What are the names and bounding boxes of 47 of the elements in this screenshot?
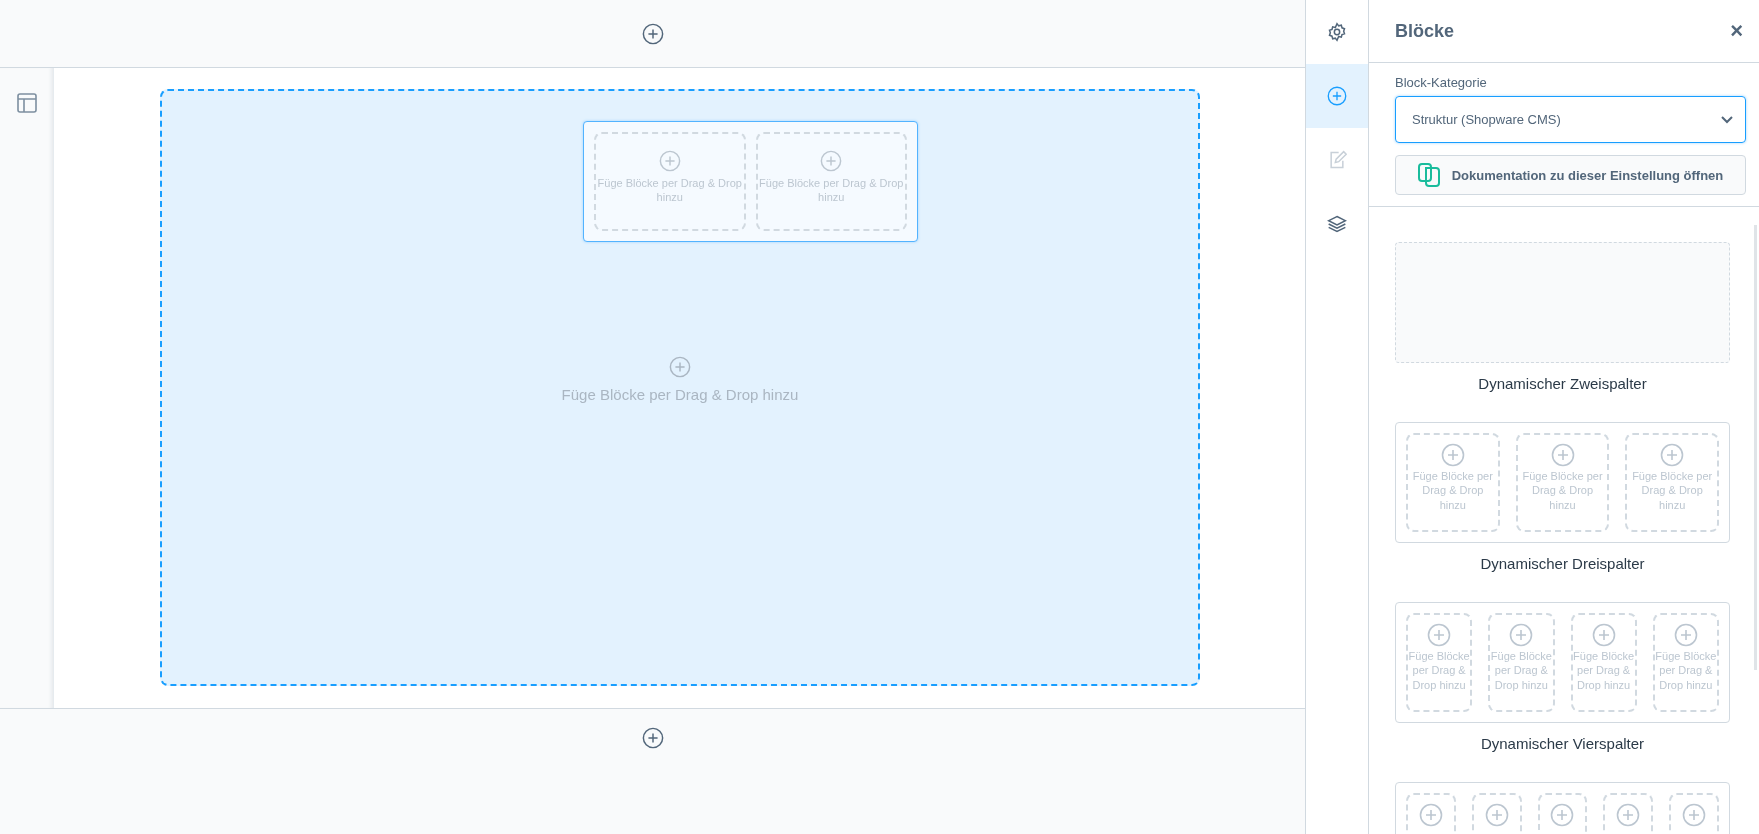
documentation-button[interactable]: Dokumentation zu dieser Einstellung öffnen xyxy=(1395,155,1746,195)
add-icon xyxy=(1591,623,1616,647)
add-icon xyxy=(1509,623,1534,647)
block-label: Dynamischer Dreispalter xyxy=(1480,555,1645,572)
block-label: Dynamischer Vierspalter xyxy=(1480,735,1645,752)
close-button[interactable]: × xyxy=(1730,18,1743,44)
add-icon xyxy=(669,356,691,378)
add-icon xyxy=(1484,803,1509,827)
add-icon xyxy=(658,150,681,172)
block-preview[interactable] xyxy=(1395,242,1730,363)
drop-zone[interactable]: Füge Blöcke per Drag & Drop hinzu xyxy=(1625,433,1719,532)
drop-zone[interactable]: Füge Blöcke per Drag & Drop hinzu xyxy=(1406,613,1473,712)
drop-zone[interactable]: Füge Blöcke per Drag & Drop hinzu xyxy=(1488,613,1555,712)
drop-hint: Füge Blöcke per Drag & Drop hinzu xyxy=(1521,469,1604,512)
add-icon xyxy=(1616,803,1641,827)
drop-zone[interactable]: Füge Blöcke per Drag & Drop hinzu xyxy=(1406,433,1500,532)
add-icon xyxy=(1682,803,1707,827)
drop-hint: Füge Blöcke per Drag & Drop hinzu xyxy=(1631,469,1714,512)
add-section-button[interactable] xyxy=(641,727,664,749)
category-select[interactable]: Struktur (Shopware CMS) xyxy=(1395,96,1746,143)
field-label: Block-Kategorie xyxy=(1395,75,1488,90)
drop-zone[interactable]: Füge Blöcke per Drag & Drop hinzu xyxy=(1652,613,1719,712)
drop-hint: Füge Blöcke per Drag & Drop hinzu xyxy=(1411,469,1494,512)
drop-hint: Füge Blöcke per Drag & Drop hinzu xyxy=(1572,649,1635,692)
sidebar-tab[interactable] xyxy=(1306,64,1368,128)
add-icon xyxy=(1550,443,1575,467)
block-preview[interactable]: Füge Blöcke per Drag & Drop hinzu Füge Blöcke per Drag & Drop hinzu Füge Blöcke per Drag & Drop hinzu Füge Blöcke per Drag & Drop hinzu xyxy=(1395,602,1730,723)
chevron-down-icon xyxy=(1721,115,1733,124)
block-preview[interactable]: Füge Blöcke per Drag & Drop hinzu Füge Blöcke per Drag & Drop hinzu Füge Blöcke per Drag & Drop hinzu xyxy=(1395,422,1730,543)
add-section-button[interactable] xyxy=(641,22,664,45)
drop-hint: Füge Blöcke per Drag & Drop hinzu xyxy=(1490,649,1553,692)
add-icon xyxy=(820,150,843,172)
layout-icon[interactable] xyxy=(16,93,37,113)
add-icon xyxy=(1660,443,1685,467)
drop-zone[interactable]: Füge Blöcke per Drag & Drop hinzu xyxy=(1570,613,1637,712)
drop-hint: Füge Blöcke per Drag & Drop hinzu xyxy=(1408,649,1471,692)
drop-zone[interactable]: Füge Blöcke per Drag & Drop hinzu xyxy=(1515,433,1610,532)
add-icon xyxy=(1550,803,1575,827)
drop-hint: Füge Blöcke per Drag & Drop hinzu xyxy=(1654,649,1717,692)
copy-icon xyxy=(1417,163,1440,187)
add-icon xyxy=(1440,443,1465,467)
add-icon xyxy=(1418,803,1443,827)
block-label: Dynamischer Zweispalter xyxy=(1478,375,1647,392)
drop-hint: Füge Blöcke per Drag & Drop hinzu xyxy=(561,386,799,403)
add-icon xyxy=(1427,623,1452,647)
panel-title: Blöcke xyxy=(1395,20,1455,42)
add-icon xyxy=(1673,623,1698,647)
